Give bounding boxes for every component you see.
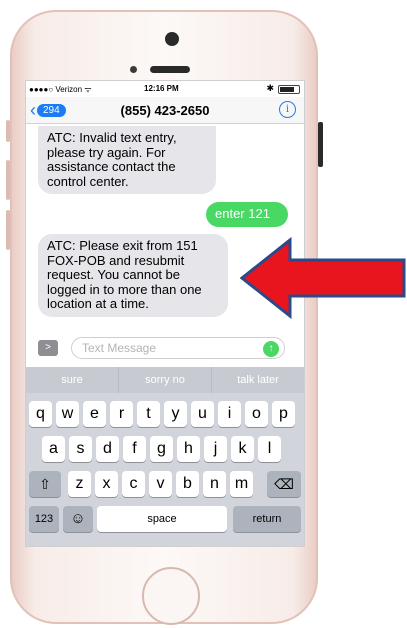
key[interactable]: t <box>137 401 160 427</box>
space-key[interactable]: space <box>97 506 227 532</box>
proximity-sensor <box>130 66 137 73</box>
arrow-shape <box>240 236 406 320</box>
key[interactable]: r <box>110 401 133 427</box>
key[interactable]: p <box>272 401 295 427</box>
key[interactable]: h <box>177 436 200 462</box>
key[interactable]: d <box>96 436 119 462</box>
keyboard: sure sorry no talk later q w e r t y u i… <box>26 367 304 546</box>
key[interactable]: i <box>218 401 241 427</box>
front-camera <box>165 32 179 46</box>
key[interactable]: v <box>149 471 172 497</box>
conversation-header: ‹ 294 (855) 423-2650 i <box>26 97 304 124</box>
app-drawer-button[interactable]: > <box>38 340 58 356</box>
predictive-bar: sure sorry no talk later <box>26 367 304 393</box>
message-input[interactable] <box>71 337 285 359</box>
key[interactable]: g <box>150 436 173 462</box>
key[interactable]: a <box>42 436 65 462</box>
prediction-suggestion[interactable]: sorry no <box>119 367 212 393</box>
home-button[interactable] <box>142 567 200 625</box>
info-icon[interactable]: i <box>279 101 296 118</box>
key[interactable]: j <box>204 436 227 462</box>
prediction-suggestion[interactable]: talk later <box>212 367 304 393</box>
volume-up-button <box>6 160 10 200</box>
annotation-arrow-left-icon <box>240 236 406 320</box>
incoming-message[interactable]: ATC: Please exit from 151 FOX-POB and re… <box>38 234 228 317</box>
volume-down-button <box>6 210 10 250</box>
earpiece-speaker <box>150 66 190 73</box>
key[interactable]: b <box>176 471 199 497</box>
mute-switch <box>6 120 10 142</box>
key[interactable]: c <box>122 471 145 497</box>
carrier-signal: ●●●●○ Verizon ᯤ <box>29 85 92 94</box>
key[interactable]: m <box>230 471 253 497</box>
outgoing-message[interactable]: enter 121 <box>206 202 288 227</box>
key[interactable]: u <box>191 401 214 427</box>
contact-title[interactable]: (855) 423-2650 <box>26 103 304 118</box>
key[interactable]: q <box>29 401 52 427</box>
key[interactable]: y <box>164 401 187 427</box>
key[interactable]: w <box>56 401 79 427</box>
status-bar: ●●●●○ Verizon ᯤ 12:16 PM ✱ <box>26 81 304 97</box>
return-key[interactable]: return <box>233 506 301 532</box>
shift-key[interactable]: ⇧ <box>29 471 61 497</box>
incoming-message[interactable]: ATC: Invalid text entry, please try agai… <box>38 126 216 194</box>
key[interactable]: s <box>69 436 92 462</box>
numbers-key[interactable]: 123 <box>29 506 59 532</box>
battery-icon <box>278 85 300 94</box>
key[interactable]: k <box>231 436 254 462</box>
status-time: 12:16 PM <box>144 84 179 93</box>
key[interactable]: x <box>95 471 118 497</box>
key[interactable]: f <box>123 436 146 462</box>
emoji-icon[interactable]: ☺ <box>63 506 93 532</box>
key[interactable]: o <box>245 401 268 427</box>
power-button <box>318 122 323 167</box>
message-composer: > ↑ <box>26 333 304 367</box>
key[interactable]: l <box>258 436 281 462</box>
send-arrow-icon[interactable]: ↑ <box>263 341 279 357</box>
key[interactable]: z <box>68 471 91 497</box>
delete-key[interactable]: ⌫ <box>267 471 301 497</box>
bluetooth-icon: ✱ <box>266 83 274 93</box>
key[interactable]: e <box>83 401 106 427</box>
prediction-suggestion[interactable]: sure <box>26 367 119 393</box>
key[interactable]: n <box>203 471 226 497</box>
